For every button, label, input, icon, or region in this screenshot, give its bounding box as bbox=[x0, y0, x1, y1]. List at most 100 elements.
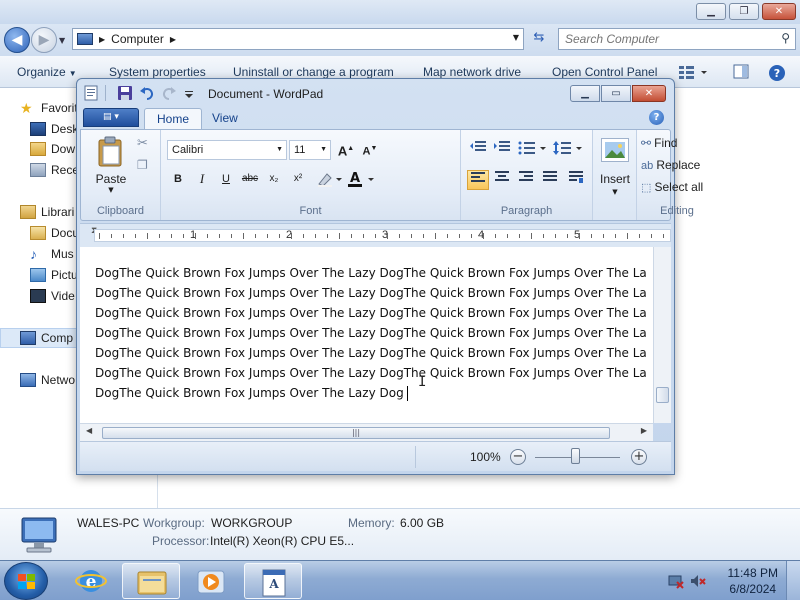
taskbar-internet-explorer[interactable]: e bbox=[62, 563, 120, 599]
minimize-button[interactable]: ▁ bbox=[570, 85, 600, 102]
customize-qat-icon[interactable] bbox=[183, 85, 199, 101]
scroll-left-icon[interactable]: ◀ bbox=[86, 426, 92, 435]
forward-button[interactable]: ▶ bbox=[31, 27, 57, 53]
paragraph-settings-icon[interactable] bbox=[565, 170, 587, 190]
subscript-button[interactable]: x₂ bbox=[263, 170, 285, 190]
zoom-slider-thumb[interactable] bbox=[571, 448, 580, 464]
breadcrumb-arrow-icon[interactable]: ▶ bbox=[99, 35, 105, 44]
search-input[interactable] bbox=[559, 29, 769, 49]
network-status-icon[interactable] bbox=[668, 573, 684, 592]
bold-button[interactable]: B bbox=[167, 170, 189, 190]
zoom-out-button[interactable]: − bbox=[510, 449, 526, 465]
minimize-button[interactable]: ▁ bbox=[696, 3, 726, 20]
decrease-indent-icon[interactable] bbox=[467, 140, 489, 160]
copy-icon[interactable]: ❐ bbox=[137, 158, 148, 172]
nav-network[interactable]: Netwo bbox=[20, 370, 75, 390]
nav-documents[interactable]: Docu bbox=[30, 223, 79, 243]
wordpad-app-icon[interactable] bbox=[83, 85, 99, 101]
document-line[interactable]: DogThe Quick Brown Fox Jumps Over The La… bbox=[95, 306, 647, 320]
nav-recent[interactable]: Rece bbox=[30, 160, 79, 180]
document-line[interactable]: DogThe Quick Brown Fox Jumps Over The La… bbox=[95, 346, 647, 360]
preview-pane-icon[interactable] bbox=[733, 64, 751, 80]
align-center-icon[interactable] bbox=[491, 170, 513, 190]
increase-indent-icon[interactable] bbox=[491, 140, 513, 160]
grow-font-icon[interactable]: A▲ bbox=[335, 140, 357, 160]
shrink-font-icon[interactable]: A▼ bbox=[359, 140, 381, 160]
bullets-button[interactable] bbox=[517, 140, 549, 160]
help-icon[interactable]: ? bbox=[768, 64, 786, 81]
cut-icon[interactable]: ✂ bbox=[137, 136, 148, 151]
close-button[interactable]: ✕ bbox=[762, 3, 796, 20]
strikethrough-button[interactable]: abc bbox=[239, 170, 261, 190]
document-line[interactable]: DogThe Quick Brown Fox Jumps Over The La… bbox=[95, 366, 647, 380]
back-button[interactable]: ◀ bbox=[4, 27, 30, 53]
close-button[interactable]: ✕ bbox=[632, 85, 666, 102]
undo-icon[interactable] bbox=[139, 85, 155, 101]
taskbar-wordpad[interactable]: A bbox=[244, 563, 302, 599]
refresh-icon[interactable]: ⇆ bbox=[528, 30, 550, 50]
maximize-button[interactable]: ▭ bbox=[601, 85, 631, 102]
search-icon[interactable]: ⚲ bbox=[781, 31, 790, 45]
replace-button[interactable]: ab Replace bbox=[641, 156, 713, 176]
taskbar-windows-explorer[interactable] bbox=[122, 563, 180, 599]
nav-pictures[interactable]: Pictu bbox=[30, 265, 78, 285]
show-desktop-button[interactable] bbox=[786, 561, 800, 600]
underline-button[interactable]: U bbox=[215, 170, 237, 190]
tab-view[interactable]: View bbox=[200, 108, 250, 129]
view-options-icon[interactable] bbox=[678, 64, 707, 80]
superscript-button[interactable]: x² bbox=[287, 170, 309, 190]
start-button[interactable] bbox=[4, 562, 48, 600]
insert-group[interactable]: Insert ▼ bbox=[593, 130, 637, 220]
horizontal-scroll-thumb[interactable]: ||| bbox=[102, 427, 610, 439]
nav-desktop[interactable]: Desk bbox=[30, 119, 78, 139]
address-dropdown-icon[interactable]: ▼ bbox=[513, 33, 519, 42]
app-menu-button[interactable]: ▤ ▾ bbox=[83, 108, 139, 127]
font-family-select[interactable]: Calibri ▼ bbox=[167, 140, 287, 160]
uninstall-program-button[interactable]: Uninstall or change a program bbox=[233, 65, 394, 79]
find-button[interactable]: ⚯ Find bbox=[641, 134, 713, 154]
highlight-color-button[interactable] bbox=[315, 170, 345, 190]
document-line[interactable]: DogThe Quick Brown Fox Jumps Over The La… bbox=[95, 286, 647, 300]
nav-downloads[interactable]: Dow bbox=[30, 139, 75, 159]
document-page[interactable]: DogThe Quick Brown Fox Jumps Over The La… bbox=[80, 247, 653, 423]
zoom-in-button[interactable]: + bbox=[631, 449, 647, 465]
address-bar[interactable]: ▶ Computer ▶ ▼ bbox=[72, 28, 524, 50]
document-line[interactable]: DogThe Quick Brown Fox Jumps Over The La… bbox=[95, 326, 647, 340]
scroll-right-icon[interactable]: ▶ bbox=[641, 426, 647, 435]
italic-button[interactable]: I bbox=[191, 170, 213, 190]
select-all-button[interactable]: ⬚ Select all bbox=[641, 178, 713, 198]
line-spacing-button[interactable] bbox=[553, 140, 585, 160]
save-icon[interactable] bbox=[117, 85, 133, 101]
volume-muted-icon[interactable] bbox=[690, 573, 706, 592]
maximize-button[interactable]: ❐ bbox=[729, 3, 759, 20]
system-properties-button[interactable]: System properties bbox=[109, 65, 206, 79]
search-box[interactable]: ⚲ bbox=[558, 28, 796, 50]
paste-button[interactable]: Paste ▼ bbox=[95, 136, 127, 194]
document-line[interactable]: DogThe Quick Brown Fox Jumps Over The La… bbox=[95, 386, 404, 400]
align-right-icon[interactable] bbox=[515, 170, 537, 190]
font-size-select[interactable]: 11 ▼ bbox=[289, 140, 331, 160]
help-icon[interactable]: ? bbox=[649, 110, 664, 125]
tab-home[interactable]: Home bbox=[144, 108, 203, 129]
taskbar-media-player[interactable] bbox=[182, 563, 240, 599]
nav-music[interactable]: ♪ Mus bbox=[30, 244, 74, 264]
nav-libraries[interactable]: Librari bbox=[20, 202, 74, 222]
ruler-strip[interactable]: 1 2 3 4 5 bbox=[94, 229, 671, 242]
vertical-scroll-thumb[interactable] bbox=[656, 387, 669, 403]
nav-favorites[interactable]: ★ Favorit bbox=[20, 98, 78, 118]
clock[interactable]: 11:48 PM 6/8/2024 bbox=[728, 565, 778, 597]
justify-icon[interactable] bbox=[539, 170, 561, 190]
organize-button[interactable]: Organize ▼ bbox=[17, 65, 77, 79]
breadcrumb-computer[interactable]: Computer bbox=[111, 32, 164, 46]
map-network-drive-button[interactable]: Map network drive bbox=[423, 65, 521, 79]
document-line[interactable]: DogThe Quick Brown Fox Jumps Over The La… bbox=[95, 266, 647, 280]
recent-pages-dropdown[interactable]: ▼ bbox=[59, 36, 65, 45]
breadcrumb-arrow-icon[interactable]: ▶ bbox=[170, 35, 176, 44]
nav-videos[interactable]: Vide bbox=[30, 286, 75, 306]
vertical-scrollbar[interactable] bbox=[653, 247, 671, 423]
font-color-button[interactable]: A bbox=[347, 170, 377, 190]
redo-icon[interactable] bbox=[161, 85, 177, 101]
horizontal-scrollbar[interactable]: ◀ ||| ▶ bbox=[80, 423, 653, 441]
open-control-panel-button[interactable]: Open Control Panel bbox=[552, 65, 657, 79]
align-left-icon[interactable] bbox=[467, 170, 489, 190]
